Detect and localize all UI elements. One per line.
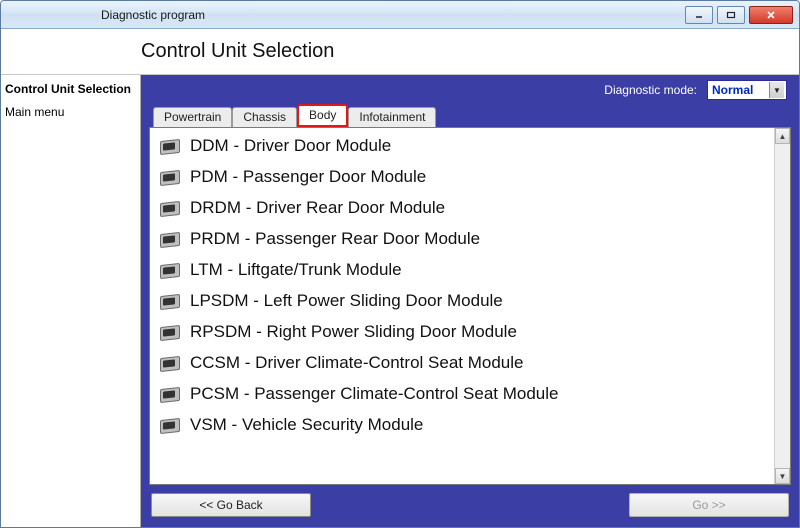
vertical-scrollbar[interactable]: ▲ ▼ (774, 128, 790, 484)
list-item[interactable]: DRDM - Driver Rear Door Module (150, 192, 774, 223)
page-title: Control Unit Selection (141, 40, 334, 63)
titlebar: Diagnostic program (1, 1, 799, 29)
minimize-button[interactable] (685, 6, 713, 24)
module-icon (158, 169, 180, 185)
diagnostic-mode-select[interactable]: Normal ▼ (707, 80, 787, 100)
sidebar-item-label: Main menu (5, 105, 64, 119)
button-label: << Go Back (199, 498, 262, 512)
module-label: LTM - Liftgate/Trunk Module (190, 260, 402, 280)
app-window: Diagnostic program Control Unit Selectio… (0, 0, 800, 528)
chevron-down-icon: ▼ (769, 82, 784, 98)
scroll-up-icon[interactable]: ▲ (775, 128, 790, 144)
go-back-button[interactable]: << Go Back (151, 493, 311, 517)
tab-label: Infotainment (359, 110, 425, 124)
module-icon (158, 324, 180, 340)
module-label: PCSM - Passenger Climate-Control Seat Mo… (190, 384, 558, 404)
tab-label: Chassis (243, 110, 286, 124)
module-list: DDM - Driver Door Module PDM - Passenger… (150, 128, 774, 484)
button-row: << Go Back Go >> (149, 485, 791, 519)
module-icon (158, 386, 180, 402)
minimize-icon (694, 11, 704, 19)
list-item[interactable]: RPSDM - Right Power Sliding Door Module (150, 316, 774, 347)
diagnostic-mode-row: Diagnostic mode: Normal ▼ (149, 75, 791, 105)
module-icon (158, 138, 180, 154)
window-title: Diagnostic program (101, 8, 205, 22)
module-icon (158, 355, 180, 371)
content-panel: Diagnostic mode: Normal ▼ Powertrain Cha… (141, 75, 799, 527)
close-icon (765, 10, 777, 20)
module-icon (158, 200, 180, 216)
sidebar-item-label: Control Unit Selection (5, 82, 131, 96)
module-label: CCSM - Driver Climate-Control Seat Modul… (190, 353, 523, 373)
list-item[interactable]: LPSDM - Left Power Sliding Door Module (150, 285, 774, 316)
module-label: LPSDM - Left Power Sliding Door Module (190, 291, 503, 311)
maximize-icon (726, 11, 736, 19)
list-item[interactable]: PRDM - Passenger Rear Door Module (150, 223, 774, 254)
module-icon (158, 262, 180, 278)
list-item[interactable]: DDM - Driver Door Module (150, 130, 774, 161)
diagnostic-mode-label: Diagnostic mode: (604, 83, 697, 97)
sidebar: Control Unit Selection Main menu (1, 75, 141, 527)
list-item[interactable]: PCSM - Passenger Climate-Control Seat Mo… (150, 378, 774, 409)
close-button[interactable] (749, 6, 793, 24)
module-icon (158, 417, 180, 433)
list-item[interactable]: CCSM - Driver Climate-Control Seat Modul… (150, 347, 774, 378)
sidebar-item-main-menu[interactable]: Main menu (5, 104, 136, 121)
module-label: PDM - Passenger Door Module (190, 167, 426, 187)
tab-label: Body (309, 108, 336, 122)
tab-body[interactable]: Body (297, 104, 348, 127)
module-label: VSM - Vehicle Security Module (190, 415, 423, 435)
window-controls (685, 6, 793, 24)
go-button[interactable]: Go >> (629, 493, 789, 517)
diagnostic-mode-value: Normal (712, 83, 753, 97)
tab-powertrain[interactable]: Powertrain (153, 107, 232, 127)
button-label: Go >> (692, 498, 725, 512)
main-area: Control Unit Selection Main menu Diagnos… (1, 75, 799, 527)
module-listbox: DDM - Driver Door Module PDM - Passenger… (149, 127, 791, 485)
scroll-down-icon[interactable]: ▼ (775, 468, 790, 484)
sidebar-item-control-unit-selection[interactable]: Control Unit Selection (5, 81, 136, 98)
list-item[interactable]: LTM - Liftgate/Trunk Module (150, 254, 774, 285)
module-label: DDM - Driver Door Module (190, 136, 391, 156)
page-header: Control Unit Selection (1, 29, 799, 75)
tab-chassis[interactable]: Chassis (232, 107, 297, 127)
module-icon (158, 231, 180, 247)
maximize-button[interactable] (717, 6, 745, 24)
tab-strip: Powertrain Chassis Body Infotainment (149, 105, 791, 127)
list-item[interactable]: VSM - Vehicle Security Module (150, 409, 774, 440)
list-item[interactable]: PDM - Passenger Door Module (150, 161, 774, 192)
module-label: RPSDM - Right Power Sliding Door Module (190, 322, 517, 342)
tab-infotainment[interactable]: Infotainment (348, 107, 436, 127)
module-label: PRDM - Passenger Rear Door Module (190, 229, 480, 249)
tab-label: Powertrain (164, 110, 221, 124)
module-icon (158, 293, 180, 309)
module-label: DRDM - Driver Rear Door Module (190, 198, 445, 218)
